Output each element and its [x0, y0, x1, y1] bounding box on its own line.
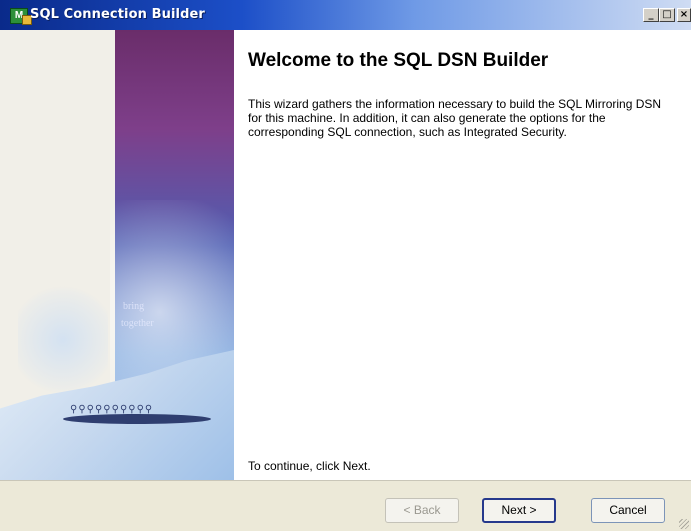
art-text-together: together — [121, 318, 154, 329]
resize-grip-icon[interactable] — [679, 519, 689, 529]
continue-instruction: To continue, click Next. — [248, 459, 371, 473]
maximize-button[interactable]: □ — [659, 8, 675, 22]
wizard-side-image: bring together ⚲⚲⚲⚲⚲⚲⚲⚲⚲⚲ — [0, 30, 234, 480]
wizard-footer: < Back Next > Cancel — [0, 480, 691, 531]
back-button[interactable]: < Back — [385, 498, 459, 523]
wizard-content: Welcome to the SQL DSN Builder This wiza… — [234, 30, 691, 480]
art-text-bring: bring — [123, 301, 145, 312]
page-title: Welcome to the SQL DSN Builder — [248, 50, 549, 71]
app-icon[interactable]: M — [10, 8, 32, 25]
window-title: SQL Connection Builder — [30, 7, 205, 22]
wizard-description: This wizard gathers the information nece… — [248, 97, 662, 139]
rowers-icon: ⚲⚲⚲⚲⚲⚲⚲⚲⚲⚲ — [70, 404, 154, 415]
next-button[interactable]: Next > — [482, 498, 556, 523]
minimize-button[interactable]: _ — [643, 8, 659, 22]
cancel-button[interactable]: Cancel — [591, 498, 665, 523]
title-bar[interactable]: M SQL Connection Builder _ □ × — [0, 0, 691, 30]
close-button[interactable]: × — [677, 8, 691, 22]
art-spray — [18, 280, 108, 400]
rowing-boat-icon — [63, 414, 211, 424]
